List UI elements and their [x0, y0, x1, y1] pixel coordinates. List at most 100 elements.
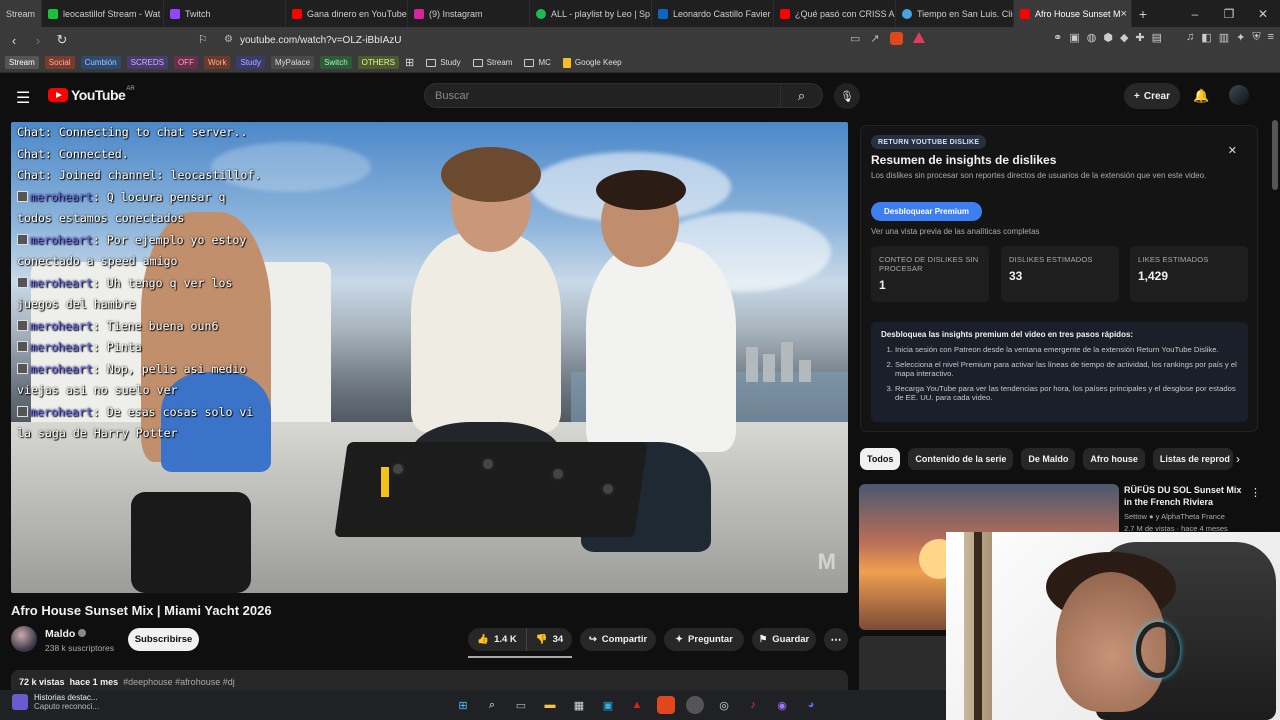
share-button[interactable]: ↪ Compartir: [580, 628, 656, 651]
media-icon[interactable]: ♫: [1186, 31, 1194, 44]
restore-icon[interactable]: ❐: [1212, 7, 1246, 21]
recommended-title[interactable]: RÜFÜS DU SOL Sunset Mix in the French Ri…: [1124, 484, 1242, 508]
bookmark-chip-mypalace[interactable]: MyPalace: [270, 56, 315, 69]
file-explorer-icon[interactable]: ▬: [541, 696, 559, 714]
app-icon[interactable]: ◉: [773, 696, 791, 714]
tab-leocastillof-stream[interactable]: leocastillof Stream - Wat: [42, 0, 164, 27]
save-button[interactable]: ⚑ Guardar: [752, 628, 816, 651]
chevron-right-icon[interactable]: ›: [1236, 452, 1240, 466]
extension-icon[interactable]: ⚭: [1053, 31, 1062, 44]
steam-icon[interactable]: ◎: [715, 696, 733, 714]
bookmark-chip-screds[interactable]: SCREDS: [126, 56, 168, 69]
notifications-bell-icon[interactable]: 🔔: [1193, 88, 1209, 104]
extension-icon[interactable]: ▣: [1069, 31, 1079, 44]
unlock-premium-button[interactable]: Desbloquear Premium: [871, 202, 982, 221]
close-icon[interactable]: ✕: [1228, 144, 1237, 157]
more-vert-icon[interactable]: ⋮: [1250, 486, 1261, 499]
tab-gana-dinero[interactable]: Gana dinero en YouTube: [286, 0, 408, 27]
voice-search-button[interactable]: 🎙: [834, 83, 860, 109]
subscribe-button[interactable]: Subscribirse: [128, 628, 199, 651]
discord-icon[interactable]: ◕: [802, 696, 820, 714]
chip-from-maldo[interactable]: De Maldo: [1021, 448, 1076, 470]
description-box[interactable]: 72 k vistas hace 1 mes #deephouse #afroh…: [11, 670, 848, 690]
bookmark-folder-mc[interactable]: MC: [524, 58, 551, 67]
tiktok-icon[interactable]: ♪: [744, 696, 762, 714]
task-view-icon[interactable]: ▭: [512, 696, 530, 714]
cast-icon[interactable]: ▭: [850, 32, 860, 45]
bookmark-chip-work[interactable]: Work: [203, 56, 231, 69]
brave-shields-icon[interactable]: [889, 32, 903, 45]
account-avatar[interactable]: [1229, 85, 1249, 105]
recommended-channel-row[interactable]: Settow ● y AlphaTheta France: [1124, 512, 1225, 521]
app-icon[interactable]: ▣: [599, 696, 617, 714]
news-widget[interactable]: Historias destac... Caputo reconoci...: [12, 693, 99, 711]
youtube-logo[interactable]: YouTube AR: [48, 86, 135, 103]
chip-afro-house[interactable]: Afro house: [1083, 448, 1145, 470]
bookmark-chip-switch[interactable]: Switch: [320, 56, 352, 69]
close-window-icon[interactable]: ✕: [1246, 7, 1280, 21]
tab-stream[interactable]: Stream: [0, 0, 42, 27]
tab-linkedin[interactable]: Leonardo Castillo Favier: [652, 0, 774, 27]
leo-ai-icon[interactable]: ✦: [1236, 31, 1245, 44]
channel-avatar[interactable]: [11, 626, 37, 652]
menu-icon[interactable]: ≡: [1268, 31, 1274, 44]
extension-icon[interactable]: ⬢: [1103, 31, 1113, 44]
wallet-icon[interactable]: ▥: [1219, 31, 1229, 44]
windows-start-icon[interactable]: ⊞: [454, 696, 472, 714]
brave-rewards-icon[interactable]: [912, 32, 925, 43]
extension-icon[interactable]: ▤: [1152, 31, 1162, 44]
bookmark-google-keep[interactable]: Google Keep: [562, 57, 622, 68]
extension-icon[interactable]: ◍: [1087, 31, 1097, 44]
more-actions-button[interactable]: ⋯: [824, 628, 848, 651]
bookmark-chip-study[interactable]: Study: [236, 56, 265, 69]
hamburger-menu-icon[interactable]: ☰: [16, 88, 30, 108]
chip-playlists[interactable]: Listas de reprod: [1152, 448, 1233, 470]
search-button[interactable]: ⌕: [781, 83, 823, 108]
tab-criss[interactable]: ¿Qué pasó con CRISS AN: [774, 0, 896, 27]
bookmark-folder-study[interactable]: Study: [426, 58, 461, 67]
create-button[interactable]: + Crear: [1124, 83, 1180, 109]
bookmark-icon[interactable]: ⚐: [198, 33, 208, 46]
extension-icon[interactable]: ◆: [1120, 31, 1128, 44]
page-scrollbar[interactable]: [1272, 120, 1278, 190]
dislike-button[interactable]: 👎 34: [526, 628, 572, 651]
vpn-icon[interactable]: ⛨: [1252, 31, 1260, 44]
bookmark-chip-cumbion[interactable]: Cumbión: [80, 56, 121, 69]
brave-icon[interactable]: [657, 696, 675, 714]
tab-instagram[interactable]: (9) Instagram: [408, 0, 530, 27]
video-player[interactable]: M Chat: Connecting to chat server.. Chat:…: [11, 122, 848, 593]
ask-button[interactable]: ✦ Preguntar: [664, 628, 744, 651]
bookmark-chip-social[interactable]: Social: [44, 56, 75, 69]
chip-series-content[interactable]: Contenido de la serie: [908, 448, 1014, 470]
bookmark-folder-stream[interactable]: Stream: [472, 58, 512, 67]
address-bar[interactable]: youtube.com/watch?v=OLZ-iBbIAzU: [240, 31, 401, 49]
apps-grid-icon[interactable]: ⊞: [405, 56, 414, 69]
bookmark-chip-off[interactable]: OFF: [173, 56, 198, 69]
search-icon[interactable]: ⌕: [483, 696, 501, 714]
new-tab-button[interactable]: +: [1132, 6, 1154, 22]
back-icon[interactable]: ‹: [4, 33, 24, 48]
hashtags[interactable]: #deephouse #afrohouse #dj: [123, 677, 235, 687]
minimize-icon[interactable]: –: [1178, 7, 1212, 21]
reload-icon[interactable]: ↻: [52, 32, 72, 48]
forward-icon[interactable]: ›: [28, 33, 48, 48]
obs-icon[interactable]: [686, 696, 704, 714]
close-tab-icon[interactable]: ×: [1121, 8, 1127, 20]
tab-twitch[interactable]: Twitch: [164, 0, 286, 27]
search-input[interactable]: Buscar: [424, 83, 781, 108]
step-item: Selecciona el nivel Premium para activar…: [895, 360, 1238, 379]
puzzle-icon[interactable]: ✚: [1135, 31, 1144, 44]
store-icon[interactable]: ▦: [570, 696, 588, 714]
share-icon[interactable]: ↗: [870, 32, 879, 45]
sidebar-icon[interactable]: ◧: [1201, 31, 1211, 44]
tab-afro-house-active[interactable]: Afro House Sunset M ×: [1014, 0, 1132, 27]
tab-spotify-playlist[interactable]: ALL - playlist by Leo | Sp: [530, 0, 652, 27]
bookmark-chip-stream[interactable]: Stream: [5, 56, 39, 69]
chip-all[interactable]: Todos: [860, 448, 901, 470]
site-info-icon[interactable]: ⚙: [224, 34, 233, 45]
tab-tiempo[interactable]: Tiempo en San Luis. Clim: [896, 0, 1014, 27]
bookmark-chip-others[interactable]: OTHERS: [357, 56, 399, 69]
app-icon[interactable]: ▲: [628, 696, 646, 714]
channel-name-row[interactable]: Maldo: [45, 628, 87, 640]
like-button[interactable]: 👍 1.4 K: [468, 628, 526, 651]
